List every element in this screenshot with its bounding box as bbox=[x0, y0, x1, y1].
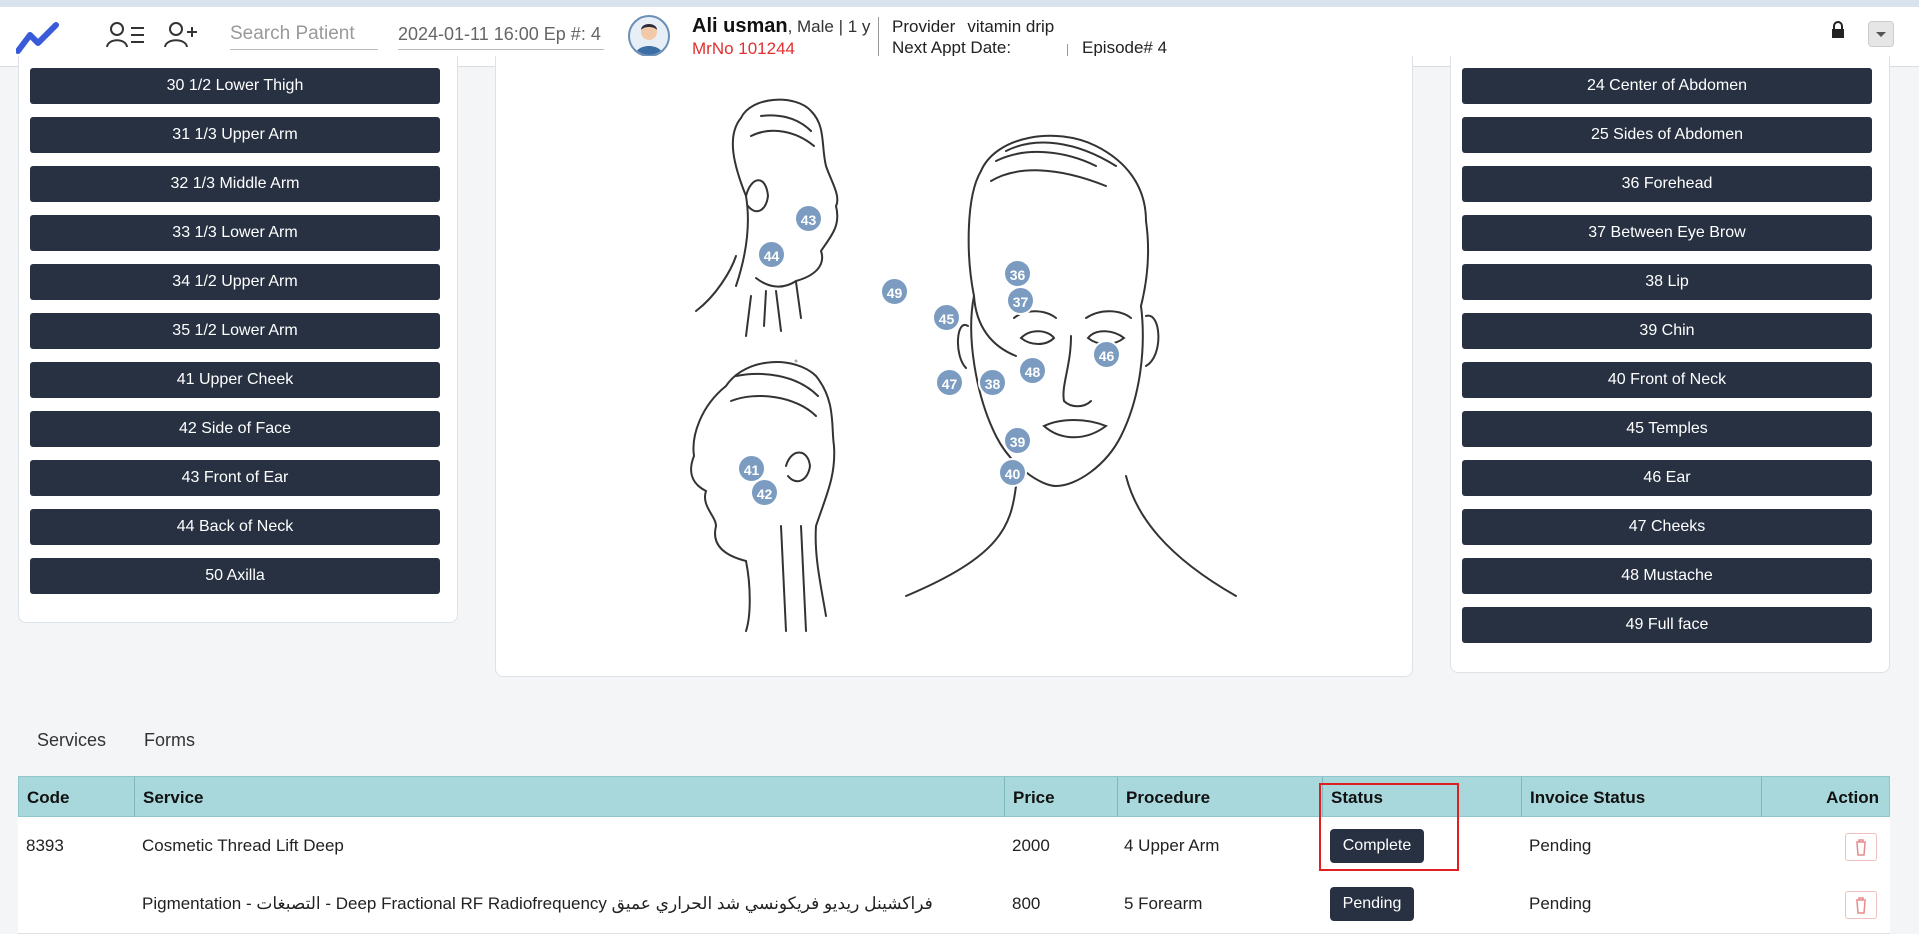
area-marker-43[interactable]: 43 bbox=[794, 204, 823, 233]
appointment-date-episode-field[interactable]: 2024-01-11 16:00 Ep #: 4 bbox=[398, 19, 604, 50]
cell-price: 2000 bbox=[1012, 836, 1050, 855]
area-marker-36[interactable]: 36 bbox=[1003, 259, 1032, 288]
cell-invoice-status: Pending bbox=[1529, 894, 1592, 913]
trash-icon bbox=[1856, 897, 1866, 914]
left-area-panel: 30 1/2 Lower Thigh 31 1/3 Upper Arm 32 1/3… bbox=[18, 56, 458, 623]
left-area-button[interactable]: 42 Side of Face bbox=[30, 411, 440, 447]
cell-procedure: 5 Forearm bbox=[1124, 894, 1203, 913]
left-area-button[interactable]: 33 1/3 Lower Arm bbox=[30, 215, 440, 251]
area-marker-47[interactable]: 47 bbox=[935, 368, 964, 397]
right-area-button[interactable]: 46 Ear bbox=[1462, 460, 1872, 496]
episode-number: Episode# 4 bbox=[1082, 38, 1168, 57]
area-marker-40[interactable]: 40 bbox=[998, 458, 1027, 487]
right-area-panel: 24 Center of Abdomen 25 Sides of Abdomen 3… bbox=[1450, 56, 1890, 673]
col-service: Service bbox=[134, 777, 1004, 818]
chevron-down-icon[interactable] bbox=[1868, 21, 1894, 47]
area-marker-38[interactable]: 38 bbox=[978, 368, 1007, 397]
next-appt-date: Next Appt Date: bbox=[892, 38, 1012, 57]
right-area-button[interactable]: 49 Full face bbox=[1462, 607, 1872, 643]
cell-procedure: 4 Upper Arm bbox=[1124, 836, 1220, 855]
tab-forms[interactable]: Forms bbox=[144, 730, 195, 751]
area-marker-39[interactable]: 39 bbox=[1003, 426, 1032, 455]
trash-icon bbox=[1856, 839, 1866, 856]
browser-top-strip bbox=[0, 0, 1919, 7]
right-area-button[interactable]: 36 Forehead bbox=[1462, 166, 1872, 202]
right-area-button[interactable]: 39 Chin bbox=[1462, 313, 1872, 349]
table-header: Code Service Price Procedure Status Invo… bbox=[18, 776, 1891, 818]
area-marker-49[interactable]: 49 bbox=[880, 277, 909, 306]
cell-invoice-status: Pending bbox=[1529, 836, 1592, 855]
tab-services[interactable]: Services bbox=[37, 730, 106, 751]
right-area-button[interactable]: 37 Between Eye Brow bbox=[1462, 215, 1872, 251]
right-area-button[interactable]: 45 Temples bbox=[1462, 411, 1872, 447]
area-marker-44[interactable]: 44 bbox=[757, 240, 786, 269]
left-area-button[interactable]: 43 Front of Ear bbox=[30, 460, 440, 496]
table-row: Pigmentation - التصبغات - Deep Fractiona… bbox=[18, 875, 1890, 934]
area-marker-45[interactable]: 45 bbox=[932, 303, 961, 332]
left-area-button[interactable]: 30 1/2 Lower Thigh bbox=[30, 68, 440, 104]
delete-row-button[interactable] bbox=[1845, 833, 1877, 861]
cell-price: 800 bbox=[1012, 894, 1041, 913]
face-diagram-illustration bbox=[690, 98, 1237, 632]
left-area-button[interactable]: 34 1/2 Upper Arm bbox=[30, 264, 440, 300]
left-area-button[interactable]: 44 Back of Neck bbox=[30, 509, 440, 545]
add-patient-icon[interactable] bbox=[164, 21, 200, 54]
left-area-button[interactable]: 50 Axilla bbox=[30, 558, 440, 594]
delete-row-button[interactable] bbox=[1845, 891, 1877, 919]
area-marker-37[interactable]: 37 bbox=[1006, 286, 1035, 315]
status-pending-button[interactable]: Pending bbox=[1330, 887, 1414, 921]
col-action: Action bbox=[1761, 777, 1891, 818]
lock-icon[interactable] bbox=[1830, 21, 1846, 44]
col-code: Code bbox=[27, 788, 70, 807]
patient-name: Ali usman, Male | 1 y bbox=[692, 15, 871, 37]
left-area-button[interactable]: 31 1/3 Upper Arm bbox=[30, 117, 440, 153]
face-diagram-panel: 43 44 49 36 37 45 46 48 47 38 39 40 41 42 bbox=[495, 56, 1413, 677]
avatar bbox=[628, 15, 670, 57]
right-area-button[interactable]: 48 Mustache bbox=[1462, 558, 1872, 594]
cell-service: Pigmentation - التصبغات - Deep Fractiona… bbox=[142, 894, 933, 913]
col-price: Price bbox=[1004, 777, 1117, 818]
provider: Provider vitamin drip bbox=[892, 17, 1055, 36]
left-area-button[interactable]: 41 Upper Cheek bbox=[30, 362, 440, 398]
search-patient-input[interactable]: Search Patient bbox=[230, 19, 378, 50]
left-area-button[interactable]: 35 1/2 Lower Arm bbox=[30, 313, 440, 349]
app-logo-icon[interactable] bbox=[15, 21, 60, 60]
right-area-button[interactable]: 25 Sides of Abdomen bbox=[1462, 117, 1872, 153]
status-highlight-box bbox=[1319, 783, 1459, 871]
right-area-button[interactable]: 38 Lip bbox=[1462, 264, 1872, 300]
area-marker-46[interactable]: 46 bbox=[1092, 340, 1121, 369]
area-marker-48[interactable]: 48 bbox=[1018, 356, 1047, 385]
cell-service: Cosmetic Thread Lift Deep bbox=[142, 836, 344, 855]
cell-code: 8393 bbox=[26, 836, 64, 855]
col-procedure: Procedure bbox=[1117, 777, 1322, 818]
patient-list-icon[interactable] bbox=[106, 21, 146, 54]
right-area-button[interactable]: 24 Center of Abdomen bbox=[1462, 68, 1872, 104]
right-area-button[interactable]: 40 Front of Neck bbox=[1462, 362, 1872, 398]
header-divider bbox=[878, 17, 879, 57]
table-row: 8393 Cosmetic Thread Lift Deep 2000 4 Up… bbox=[18, 817, 1890, 876]
left-area-button[interactable]: 32 1/3 Middle Arm bbox=[30, 166, 440, 202]
col-invoice-status: Invoice Status bbox=[1521, 777, 1761, 818]
area-marker-42[interactable]: 42 bbox=[750, 478, 779, 507]
right-area-button[interactable]: 47 Cheeks bbox=[1462, 509, 1872, 545]
